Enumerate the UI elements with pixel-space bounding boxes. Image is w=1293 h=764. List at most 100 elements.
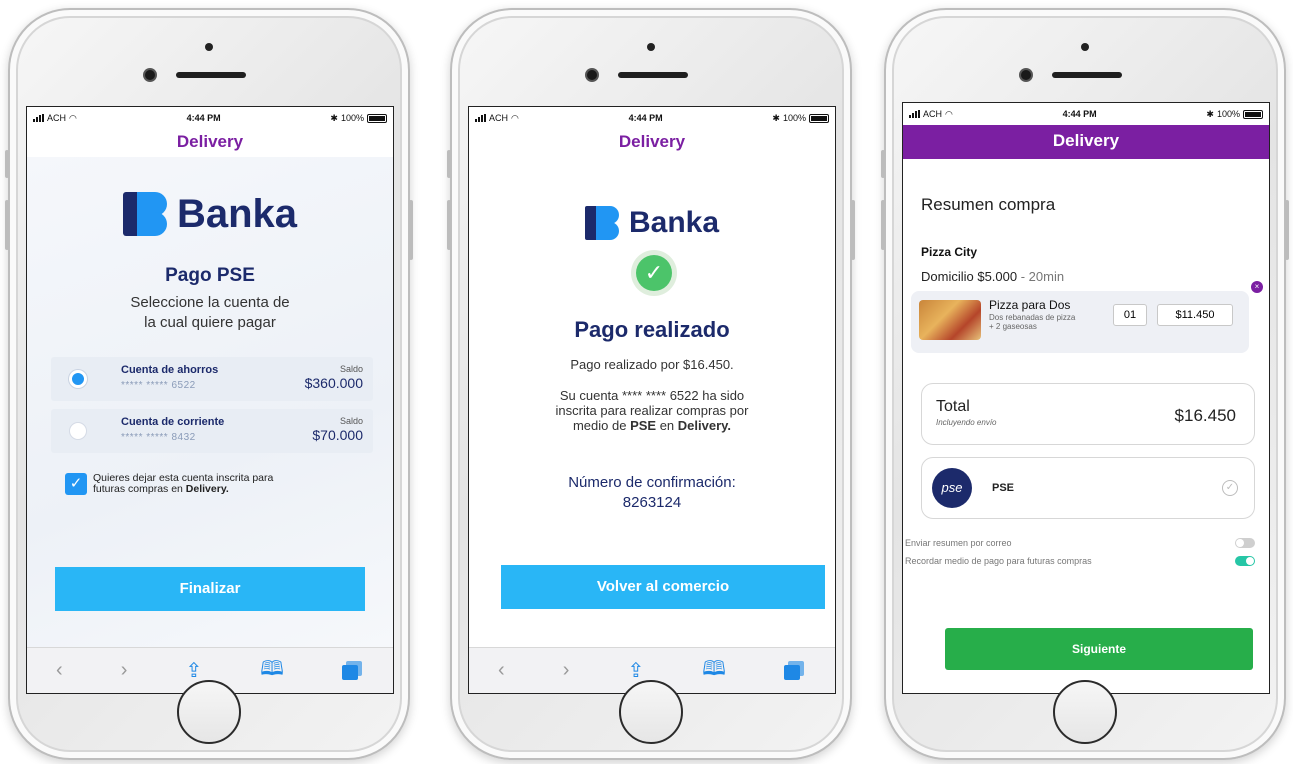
home-button[interactable]: [177, 680, 241, 744]
total-sublabel: Incluyendo envío: [936, 418, 997, 427]
banka-logo-icon: [122, 192, 167, 236]
balance-label: Saldo: [339, 364, 363, 374]
screen-pago-realizado: ACH ◠ 4:44 PM ✱ 100% Delivery Banka ✓ Pa…: [468, 106, 836, 694]
share-icon[interactable]: ⇪: [185, 658, 202, 683]
info-text: en: [656, 418, 678, 433]
checkbox-text-prefix: futuras compras en: [93, 483, 186, 495]
home-button[interactable]: [1053, 680, 1117, 744]
app-title: Delivery: [618, 132, 686, 151]
radio-selected[interactable]: [69, 370, 87, 388]
subtitle-line-2: la cual quiere pagar: [144, 314, 276, 331]
bluetooth-icon: ✱: [772, 112, 780, 123]
clock: 4:44 PM: [186, 113, 221, 123]
back-icon[interactable]: ‹: [498, 659, 505, 682]
option-label: Recordar medio de pago para futuras comp…: [905, 556, 1092, 566]
pizza-image: [919, 300, 981, 340]
tabs-icon[interactable]: [783, 660, 806, 681]
battery-indicator: ✱ 100%: [772, 113, 829, 124]
siguiente-button[interactable]: Siguiente: [945, 628, 1253, 670]
account-balance: $360.000: [304, 375, 363, 391]
signal-indicator: ACH ◠: [475, 113, 519, 124]
option-remember-payment: Recordar medio de pago para futuras comp…: [903, 556, 1269, 570]
signal-indicator: ACH ◠: [909, 109, 953, 120]
wifi-icon: ◠: [69, 112, 77, 123]
signal-bars-icon: [475, 114, 486, 122]
clock: 4:44 PM: [1062, 109, 1097, 119]
banka-logo: Banka: [27, 189, 393, 239]
remember-payment-toggle[interactable]: [1235, 556, 1255, 566]
item-desc-line-1: Dos rebanadas de pizza: [989, 313, 1076, 322]
battery-icon: [367, 113, 387, 123]
power-button: [851, 200, 855, 260]
radio-unselected[interactable]: [69, 422, 87, 440]
mute-switch: [5, 150, 9, 178]
account-option-corriente[interactable]: Cuenta de corriente ***** ***** 8432 Sal…: [51, 409, 373, 453]
tabs-icon[interactable]: [341, 660, 364, 681]
bluetooth-icon: ✱: [1206, 108, 1214, 119]
account-number: ***** ***** 6522: [121, 380, 196, 391]
confirmation-number: 8263124: [622, 494, 682, 511]
save-account-label: Quieres dejar esta cuenta inscrita para …: [93, 473, 273, 495]
signal-bars-icon: [33, 114, 44, 122]
volver-al-comercio-button[interactable]: Volver al comercio: [501, 565, 825, 609]
info-text-bold: PSE: [630, 418, 657, 433]
account-number: ***** ***** 8432: [121, 432, 196, 443]
account-name: Cuenta de ahorros: [121, 364, 219, 376]
earpiece-speaker: [1052, 72, 1122, 78]
item-name: Pizza para Dos: [989, 298, 1071, 312]
check-icon: ✓: [636, 255, 672, 291]
banka-logo-text: Banka: [176, 191, 298, 236]
signal-bars-icon: [909, 110, 920, 118]
account-balance: $70.000: [312, 427, 363, 443]
status-bar: ACH ◠ 4:44 PM ✱ 100%: [903, 103, 1269, 125]
screen-resumen-compra: ACH ◠ 4:44 PM ✱ 100% Delivery Resumen co…: [902, 102, 1270, 694]
status-bar: ACH ◠ 4:44 PM ✱ 100%: [27, 107, 393, 129]
battery-indicator: ✱ 100%: [1206, 109, 1263, 120]
proximity-sensor: [205, 43, 213, 51]
store-name: Pizza City: [921, 245, 978, 259]
battery-icon: [809, 113, 829, 123]
proximity-sensor: [1081, 43, 1089, 51]
volume-up-button: [881, 200, 885, 250]
clock: 4:44 PM: [628, 113, 663, 123]
finalizar-button[interactable]: Finalizar: [55, 567, 365, 611]
email-summary-toggle[interactable]: [1235, 538, 1255, 548]
bookmarks-icon[interactable]: 🕮: [260, 654, 284, 688]
power-button: [409, 200, 413, 260]
battery-percent: 100%: [340, 113, 364, 123]
banka-logo-icon: [584, 206, 619, 240]
info-line-3: medio de PSE en Delivery.: [469, 418, 835, 433]
phone-3: ACH ◠ 4:44 PM ✱ 100% Delivery Resumen co…: [881, 8, 1289, 760]
delivery-time: - 20min: [1017, 269, 1065, 284]
mute-switch: [447, 150, 451, 178]
share-icon[interactable]: ⇪: [627, 658, 644, 683]
forward-icon[interactable]: ›: [563, 659, 570, 682]
quantity-field[interactable]: 01: [1113, 304, 1147, 326]
info-line-1: Su cuenta **** **** 6522 ha sido: [559, 388, 745, 403]
info-text: medio de: [572, 418, 631, 433]
forward-icon[interactable]: ›: [121, 659, 128, 682]
payment-method-card[interactable]: pse PSE ✓: [921, 457, 1255, 519]
payment-method-name: PSE: [992, 482, 1015, 494]
item-desc-line-2: + 2 gaseosas: [989, 322, 1037, 331]
delivery-fee: Domicilio $5.000: [921, 269, 1018, 284]
save-account-checkbox[interactable]: ✓: [65, 473, 87, 495]
page-subtitle: Seleccione la cuenta de la cual quiere p…: [27, 293, 393, 333]
battery-icon: [1243, 109, 1263, 119]
account-option-ahorros[interactable]: Cuenta de ahorros ***** ***** 6522 Saldo…: [51, 357, 373, 401]
front-camera: [145, 70, 155, 80]
mute-switch: [881, 150, 885, 178]
banka-logo-text: Banka: [628, 206, 720, 239]
check-circle-icon[interactable]: ✓: [1222, 480, 1238, 496]
carrier-label: ACH: [47, 113, 67, 123]
app-header: ACH ◠ 4:44 PM ✱ 100% Delivery: [903, 103, 1269, 159]
carrier-label: ACH: [489, 113, 509, 123]
bookmarks-icon[interactable]: 🕮: [702, 654, 726, 688]
stage: ACH ◠ 4:44 PM ✱ 100% Delivery Banka Pago…: [0, 0, 1293, 764]
back-icon[interactable]: ‹: [56, 659, 63, 682]
account-name: Cuenta de corriente: [121, 416, 225, 428]
remove-item-icon[interactable]: ×: [1251, 281, 1263, 293]
volume-up-button: [447, 200, 451, 250]
home-button[interactable]: [619, 680, 683, 744]
page-title: Pago PSE: [165, 265, 255, 286]
